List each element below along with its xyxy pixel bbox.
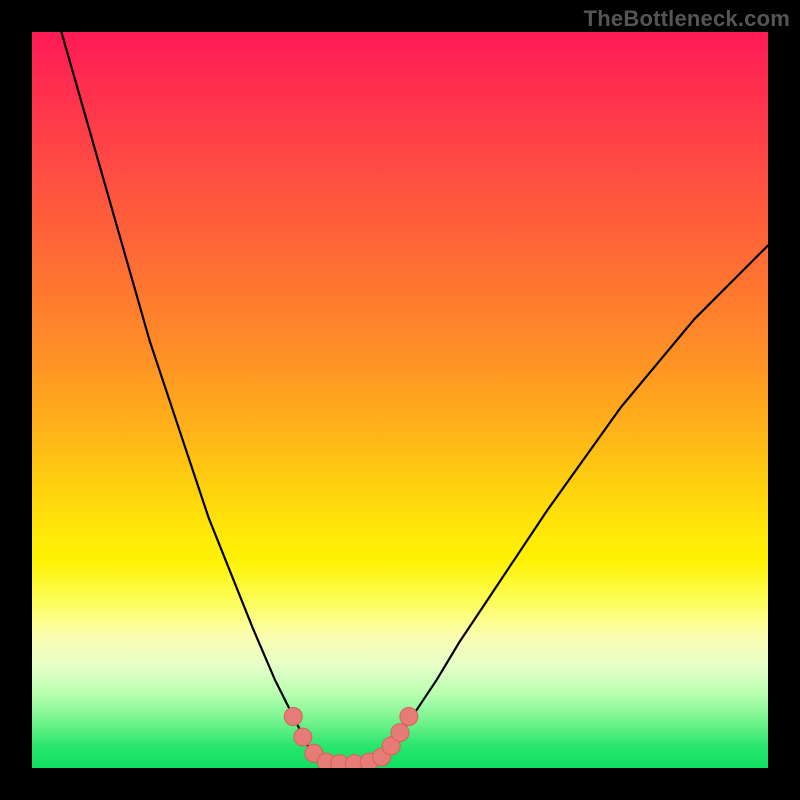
plot-area xyxy=(32,32,768,768)
data-point xyxy=(391,724,409,742)
watermark-text: TheBottleneck.com xyxy=(584,6,790,32)
bottleneck-curve xyxy=(61,32,768,764)
data-point xyxy=(400,707,418,725)
chart-svg xyxy=(32,32,768,768)
data-point xyxy=(294,728,312,746)
data-markers xyxy=(284,707,418,768)
data-point xyxy=(284,707,302,725)
chart-frame: TheBottleneck.com xyxy=(0,0,800,800)
